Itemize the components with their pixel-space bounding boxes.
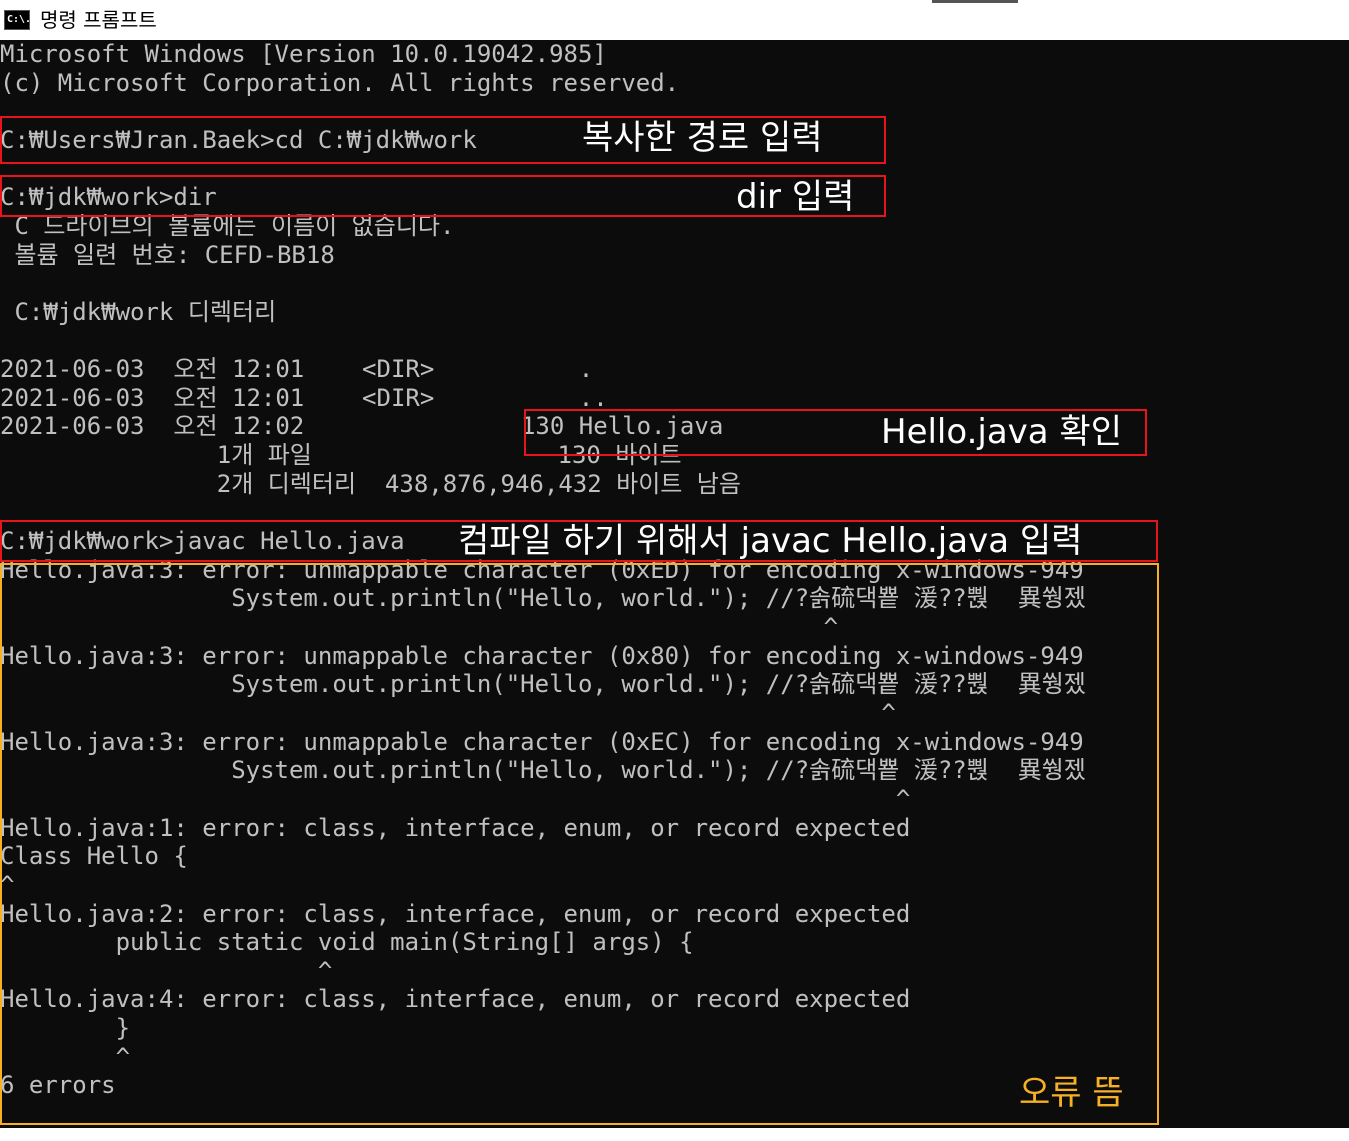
console-line: 2021-06-03 오전 12:01 <DIR> . [0, 355, 594, 384]
window-title: 명령 프롬프트 [40, 8, 157, 32]
console-line: 볼륨 일련 번호: CEFD-BB18 [0, 240, 335, 269]
cd-annotation: 복사한 경로 입력 [582, 118, 823, 158]
console-line: 2021-06-03 오전 12:01 <DIR> .. [0, 383, 608, 412]
hello-annotation: Hello.java 확인 [881, 412, 1122, 452]
cmd-window: C:\. 명령 프롬프트 Microsoft Windows [Version … [0, 0, 1349, 1141]
console-line: Microsoft Windows [Version 10.0.19042.98… [0, 40, 607, 68]
javac-annotation: 컴파일 하기 위해서 javac Hello.java 입력 [458, 521, 1083, 561]
title-accent-bar [932, 0, 1018, 3]
console-line: 2개 디렉터리 438,876,946,432 바이트 남음 [0, 469, 741, 498]
page-background [0, 1128, 1349, 1141]
console-line: C:₩jdk₩work 디렉터리 [0, 297, 277, 326]
errors-annotation: 오류 뜸 [1019, 1073, 1124, 1113]
dir-annotation: dir 입력 [736, 177, 855, 217]
title-bar[interactable]: C:\. 명령 프롬프트 [0, 0, 1349, 40]
errors-highlight [0, 563, 1159, 1125]
console-line: (c) Microsoft Corporation. All rights re… [0, 68, 680, 97]
cmd-icon: C:\. [4, 10, 31, 30]
